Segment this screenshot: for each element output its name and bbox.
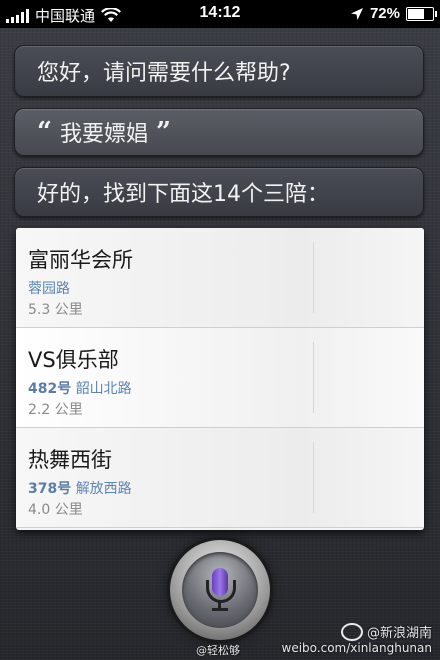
result-address[interactable]: 482号 韶山北路 [28, 378, 424, 398]
list-item[interactable]: 热舞西街 378号 解放西路 4.0 公里 [16, 428, 424, 528]
battery-percent: 72% [369, 5, 400, 22]
result-distance: 5.3 公里 [28, 302, 83, 318]
watermark-left: @轻松够 [196, 644, 240, 657]
status-bar: 中国联通 14:12 72% [0, 0, 440, 28]
result-distance: 2.2 公里 [28, 402, 83, 418]
results-list: 富丽华会所 蓉园路 5.3 公里 VS俱乐部 482号 韶山北路 2.2 公里 … [16, 228, 424, 530]
watermark-weibo-name: @新浪湖南 [366, 626, 432, 641]
watermark-weibo: @新浪湖南 [340, 622, 432, 641]
list-item[interactable]: 富丽华会所 蓉园路 5.3 公里 [16, 228, 424, 328]
location-arrow-icon [350, 7, 363, 20]
result-address[interactable]: 蓉园路 [28, 278, 424, 298]
result-name: 热舞西街 [28, 448, 112, 472]
result-name: VS俱乐部 [28, 348, 119, 372]
weibo-logo-icon [340, 622, 363, 641]
quote-close-icon: ” [155, 117, 171, 147]
microphone-button[interactable] [170, 540, 270, 640]
user-request-bubble[interactable]: “ 我要嫖娼 ” [14, 108, 424, 156]
result-name: 富丽华会所 [28, 248, 133, 272]
siri-greeting-bubble: 您好，请问需要什么帮助? [14, 45, 424, 97]
quote-open-icon: “ [37, 117, 52, 147]
microphone-icon [182, 552, 258, 628]
battery-icon [406, 6, 437, 21]
result-address[interactable]: 378号 解放西路 [28, 478, 424, 498]
user-request-text: 我要嫖娼 [59, 122, 148, 147]
siri-greeting-text: 您好，请问需要什么帮助? [37, 61, 291, 86]
siri-reply-bubble: 好的，找到下面这14个三陪： [14, 167, 424, 217]
list-item[interactable]: VS俱乐部 482号 韶山北路 2.2 公里 [16, 328, 424, 428]
result-distance: 4.0 公里 [28, 502, 83, 518]
watermark-url: weibo.com/xinlanghunan [281, 641, 433, 655]
siri-reply-text: 好的，找到下面这14个三陪： [37, 182, 329, 207]
